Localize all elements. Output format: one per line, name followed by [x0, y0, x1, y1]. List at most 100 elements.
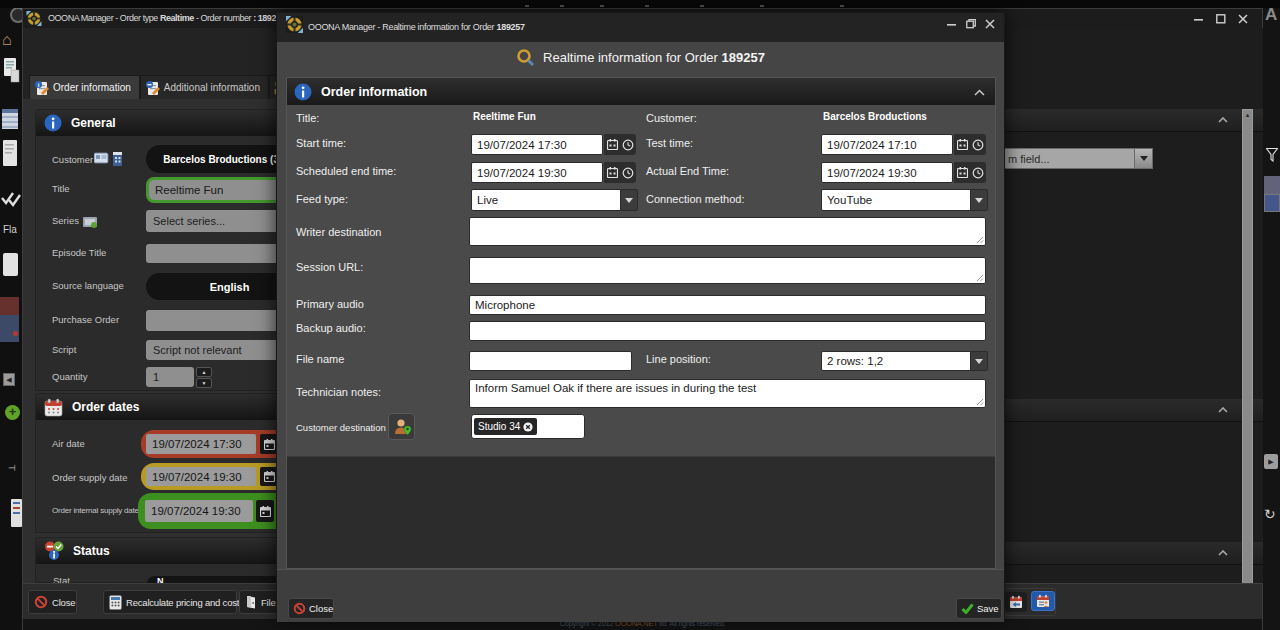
collapse-left-icon[interactable]: ⊣ — [8, 463, 16, 473]
colored-doc-icon[interactable] — [11, 499, 22, 527]
recalculate-button[interactable]: Recalculate pricing and cost — [103, 590, 237, 614]
start-time-clock-button[interactable] — [620, 134, 636, 155]
realtime-info-dialog: OOONA Manager - Realtime information for… — [276, 12, 1005, 621]
stepper-down-icon[interactable]: ▼ — [196, 378, 212, 388]
scheduled-end-input[interactable]: 19/07/2024 19:30 — [471, 162, 603, 183]
general-group-header[interactable]: General — [36, 110, 296, 136]
main-close-footer-button[interactable]: Close — [28, 590, 77, 614]
feed-type-arrow[interactable] — [621, 189, 638, 211]
right-scrollbar[interactable]: ▲ ▼ — [1242, 109, 1253, 592]
start-time-calendar-button[interactable] — [604, 134, 620, 155]
customer-destination-picker-button[interactable] — [388, 413, 415, 440]
red-thumbnail[interactable] — [0, 297, 19, 315]
dialog-maximize-button[interactable] — [965, 18, 977, 30]
status-group: Status Stat N — [35, 537, 297, 583]
test-time-calendar-button[interactable] — [954, 134, 970, 155]
backup-audio-input[interactable] — [469, 321, 986, 341]
air-date-value: 19/07/2024 17:30 — [152, 438, 242, 450]
remove-tag-icon[interactable] — [523, 422, 533, 432]
line-position-dropdown[interactable]: 2 rows: 1,2 — [821, 351, 988, 371]
feed-type-dropdown[interactable]: Live — [471, 189, 638, 211]
calendar-red-icon — [44, 398, 63, 417]
destination-tag: Studio 34 — [474, 418, 537, 435]
custom-field-dropdown[interactable]: m field... — [1001, 148, 1153, 169]
primary-audio-input[interactable]: Microphone — [469, 295, 986, 315]
scroll-up-icon[interactable]: ▲ — [1243, 112, 1252, 118]
calendar-back-button[interactable] — [1005, 592, 1027, 612]
main-minimize-button[interactable] — [1193, 13, 1205, 25]
actual-end-clock-button[interactable] — [970, 162, 986, 183]
file-name-label: File name — [296, 353, 344, 365]
table-icon[interactable] — [2, 108, 19, 130]
connection-method-arrow[interactable] — [971, 189, 988, 211]
customer-destination-input[interactable]: Studio 34 — [471, 414, 585, 439]
stepper-up-icon[interactable]: ▲ — [196, 367, 212, 377]
close-label: Close — [52, 597, 75, 608]
collapse-chevron-icon[interactable] — [974, 89, 985, 96]
air-date-input[interactable]: 19/07/2024 17:30 — [146, 434, 256, 454]
filter-icon[interactable] — [1266, 148, 1278, 162]
swatch-icon[interactable] — [3, 253, 18, 276]
status-group-header[interactable]: Status — [36, 538, 296, 564]
episode-label: Episode Title — [52, 247, 106, 258]
scroll-left-icon[interactable]: ◀ — [3, 373, 15, 386]
tab-bar: i Order information Additional informati… — [29, 75, 293, 99]
refresh-icon[interactable]: ↻ — [1264, 506, 1276, 522]
order-supply-date-input[interactable]: 19/07/2024 19:30 — [146, 467, 256, 486]
start-time-input[interactable]: 19/07/2024 17:30 — [471, 134, 603, 155]
custom-field-dropdown-arrow[interactable] — [1135, 148, 1153, 169]
top-strip — [0, 0, 1280, 8]
status-header-label: Status — [73, 544, 110, 558]
expand-right-icon[interactable]: ▶ — [1264, 454, 1278, 469]
order-dates-group-header[interactable]: Order dates — [36, 394, 296, 420]
order-info-tab-icon: i — [34, 80, 50, 96]
order-information-section-header[interactable]: Order information — [287, 78, 995, 105]
document2-icon[interactable] — [2, 139, 18, 167]
file-name-input[interactable] — [469, 351, 632, 371]
connection-method-dropdown[interactable]: YouTube — [821, 189, 988, 211]
order-internal-supply-date-input[interactable]: 19/07/2024 19:30 — [145, 500, 253, 522]
quantity-input[interactable]: 1 — [146, 367, 194, 387]
dialog-close-button[interactable] — [984, 18, 996, 30]
line-position-arrow[interactable] — [971, 351, 988, 371]
actual-end-input[interactable]: 19/07/2024 19:30 — [821, 162, 953, 183]
actual-end-calendar-button[interactable] — [954, 162, 970, 183]
dialog-minimize-button[interactable] — [946, 18, 958, 30]
series-icon[interactable] — [83, 215, 98, 229]
technician-notes-value: Inform Samuel Oak if there are issues in… — [475, 382, 756, 394]
writer-destination-textarea[interactable] — [469, 217, 986, 246]
dialog-close-footer-button[interactable]: Close — [288, 598, 334, 619]
scheduled-end-calendar-button[interactable] — [604, 162, 620, 183]
order-internal-calendar-button[interactable] — [256, 500, 274, 522]
session-url-textarea[interactable] — [469, 257, 986, 284]
close-label: Close — [309, 603, 333, 614]
test-time-clock-button[interactable] — [970, 134, 986, 155]
main-maximize-button[interactable] — [1215, 13, 1227, 25]
tab-order-information[interactable]: i Order information — [29, 75, 140, 99]
main-close-button[interactable] — [1237, 13, 1249, 25]
blue-thumbnail[interactable] — [0, 315, 19, 342]
technician-notes-textarea[interactable]: Inform Samuel Oak if there are issues in… — [469, 379, 986, 408]
dialog-heading-text: Realtime information for Order 189257 — [543, 50, 765, 65]
panel-thumbnail-2[interactable] — [1264, 194, 1280, 212]
connection-method-value: YouTube — [821, 189, 971, 211]
document-icon[interactable] — [3, 57, 20, 83]
calendar-person-button[interactable] — [1031, 591, 1055, 611]
test-time-input[interactable]: 19/07/2024 17:10 — [821, 134, 953, 155]
customer-card-icon[interactable] — [94, 152, 109, 165]
dialog-save-button[interactable]: Save — [956, 598, 1002, 619]
section-header-label: Order information — [321, 85, 427, 99]
scheduled-end-clock-button[interactable] — [620, 162, 636, 183]
add-button[interactable]: + — [5, 405, 20, 420]
quantity-stepper[interactable]: ▲▼ — [196, 367, 212, 387]
no-entry-icon — [34, 595, 48, 609]
backup-audio-label: Backup audio: — [296, 322, 366, 334]
actual-end-buttons — [954, 162, 986, 183]
tab-additional-information[interactable]: Additional information — [140, 75, 269, 99]
panel-thumbnail-1[interactable] — [1264, 176, 1280, 194]
person-pin-icon — [392, 417, 412, 437]
home-icon[interactable]: ⌂ — [2, 31, 12, 49]
calculator-icon — [109, 595, 122, 610]
customer-building-icon[interactable] — [111, 151, 125, 166]
double-check-icon[interactable] — [1, 190, 21, 208]
